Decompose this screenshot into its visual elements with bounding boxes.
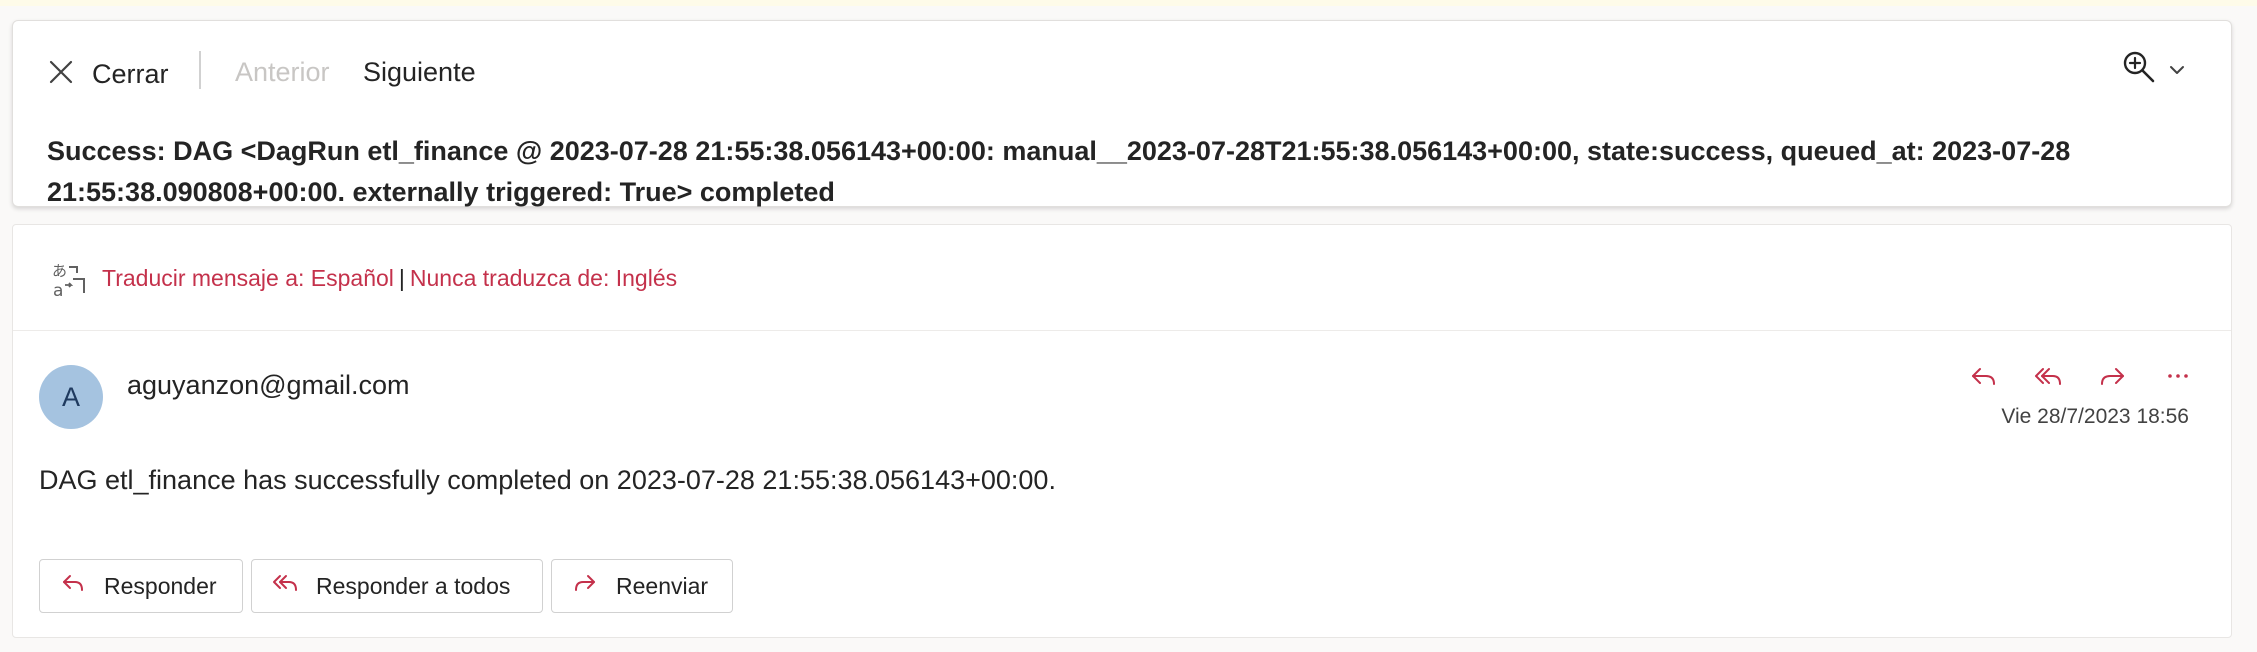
zoom-button[interactable] [2121, 49, 2187, 90]
message-date: Vie 28/7/2023 18:56 [2001, 405, 2189, 428]
translation-bar: あ a Traducir mensaje a: Español | Nunca tr… [13, 225, 2231, 331]
reply-icon [60, 570, 104, 602]
message-actions [1963, 356, 2223, 396]
reply-icon[interactable] [1963, 356, 2003, 396]
close-label: Cerrar [92, 58, 169, 89]
reading-pane-header: Cerrar Anterior Siguiente Success: DAG <… [12, 20, 2232, 207]
message-card: あ a Traducir mensaje a: Español | Nunca tr… [12, 224, 2232, 638]
reply-button[interactable]: Responder [39, 559, 243, 613]
message-body: DAG etl_finance has successfully complet… [39, 465, 1056, 495]
message-subject: Success: DAG <DagRun etl_finance @ 2023-… [47, 136, 2071, 207]
reply-label: Responder [104, 572, 217, 599]
notification-strip [0, 0, 2257, 6]
reply-all-label: Responder a todos [316, 572, 511, 599]
sender-address[interactable]: aguyanzon@gmail.com [127, 370, 410, 401]
next-button[interactable]: Siguiente [363, 57, 476, 88]
forward-icon[interactable] [2093, 356, 2133, 396]
close-button[interactable]: Cerrar [47, 49, 169, 99]
chevron-down-icon [2157, 54, 2187, 85]
toolbar: Cerrar Anterior Siguiente [13, 21, 2231, 113]
svg-text:a: a [53, 281, 63, 299]
zoom-in-icon [2121, 49, 2157, 90]
toolbar-divider [199, 51, 201, 89]
never-translate-link[interactable]: Nunca traduzca de: Inglés [410, 265, 677, 291]
translation-separator: | [398, 265, 405, 291]
reply-all-icon[interactable] [2028, 356, 2068, 396]
translation-options: Traducir mensaje a: Español | Nunca traduz… [102, 265, 677, 292]
translate-message-link[interactable]: Traducir mensaje a: Español [102, 265, 394, 291]
close-icon [47, 58, 75, 91]
reply-all-button[interactable]: Responder a todos [251, 559, 543, 613]
forward-icon [572, 570, 616, 602]
translate-icon: あ a [51, 261, 89, 301]
forward-button[interactable]: Reenviar [551, 559, 733, 613]
forward-label: Reenviar [616, 572, 709, 599]
reply-all-icon [272, 570, 316, 602]
more-icon[interactable] [2158, 356, 2198, 396]
svg-text:あ: あ [52, 262, 67, 280]
avatar[interactable]: A [39, 365, 103, 429]
previous-button[interactable]: Anterior [235, 57, 330, 88]
